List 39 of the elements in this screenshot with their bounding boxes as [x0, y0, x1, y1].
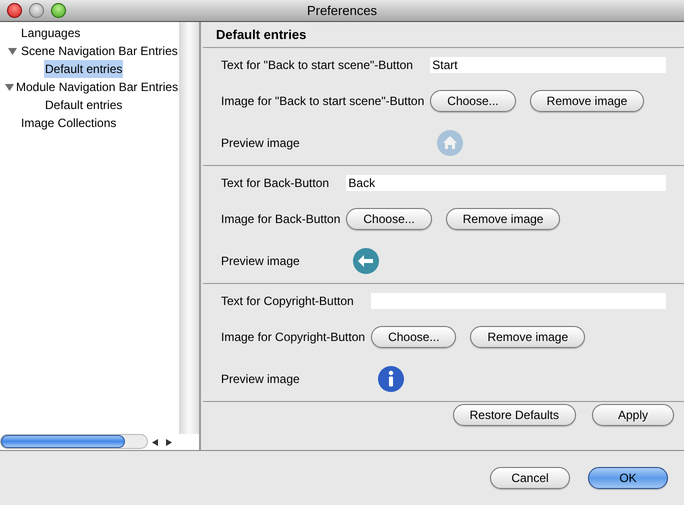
- field-label: Image for Copyright-Button: [221, 329, 366, 346]
- field-label: Preview image: [221, 252, 301, 270]
- choose-button[interactable]: Choose...: [371, 326, 456, 348]
- field-label: Text for Back-Button: [221, 175, 330, 192]
- scroll-right-icon[interactable]: [166, 438, 172, 446]
- scrollbar-thumb[interactable]: [1, 435, 125, 448]
- field-label: Text for "Back to start scene"-Button: [221, 57, 414, 74]
- panel-button[interactable]: Apply: [592, 404, 674, 426]
- dialog-button[interactable]: Cancel: [490, 467, 570, 489]
- text-field[interactable]: Start: [430, 57, 666, 74]
- choose-button[interactable]: Choose...: [430, 90, 516, 112]
- panel-title: Default entries: [216, 26, 306, 44]
- field-label: Image for Back-Button: [221, 211, 340, 228]
- choose-button[interactable]: Choose...: [346, 208, 432, 230]
- remove-image-button[interactable]: Remove image: [470, 326, 586, 348]
- tree-item[interactable]: Default entries: [44, 96, 124, 114]
- close-button[interactable]: [7, 3, 22, 18]
- remove-image-button[interactable]: Remove image: [530, 90, 644, 112]
- field-label: Text for Copyright-Button: [221, 293, 355, 310]
- field-label: Preview image: [221, 134, 301, 152]
- disclosure-triangle-icon[interactable]: [5, 82, 14, 92]
- tree-item[interactable]: Module Navigation Bar Entries: [15, 78, 180, 96]
- tree-item[interactable]: Languages: [20, 24, 82, 42]
- scroll-left-icon[interactable]: [152, 438, 158, 446]
- vertical-scrollbar[interactable]: [179, 22, 199, 434]
- panel-button[interactable]: Restore Defaults: [452, 404, 576, 426]
- dialog-button[interactable]: OK: [588, 467, 668, 489]
- field-label: Preview image: [221, 370, 301, 388]
- tree-item[interactable]: Image Collections: [20, 114, 118, 132]
- window-title: Preferences: [306, 2, 378, 20]
- zoom-button[interactable]: [51, 3, 66, 18]
- text-field[interactable]: Back: [346, 175, 666, 192]
- remove-image-button[interactable]: Remove image: [446, 208, 560, 230]
- tree-item[interactable]: Default entries: [44, 60, 124, 78]
- minimize-button[interactable]: [29, 3, 44, 18]
- field-label: Image for "Back to start scene"-Button: [221, 93, 424, 110]
- horizontal-scrollbar[interactable]: [0, 434, 148, 449]
- disclosure-triangle-icon[interactable]: [8, 46, 16, 56]
- tree-item[interactable]: Scene Navigation Bar Entries: [20, 42, 179, 60]
